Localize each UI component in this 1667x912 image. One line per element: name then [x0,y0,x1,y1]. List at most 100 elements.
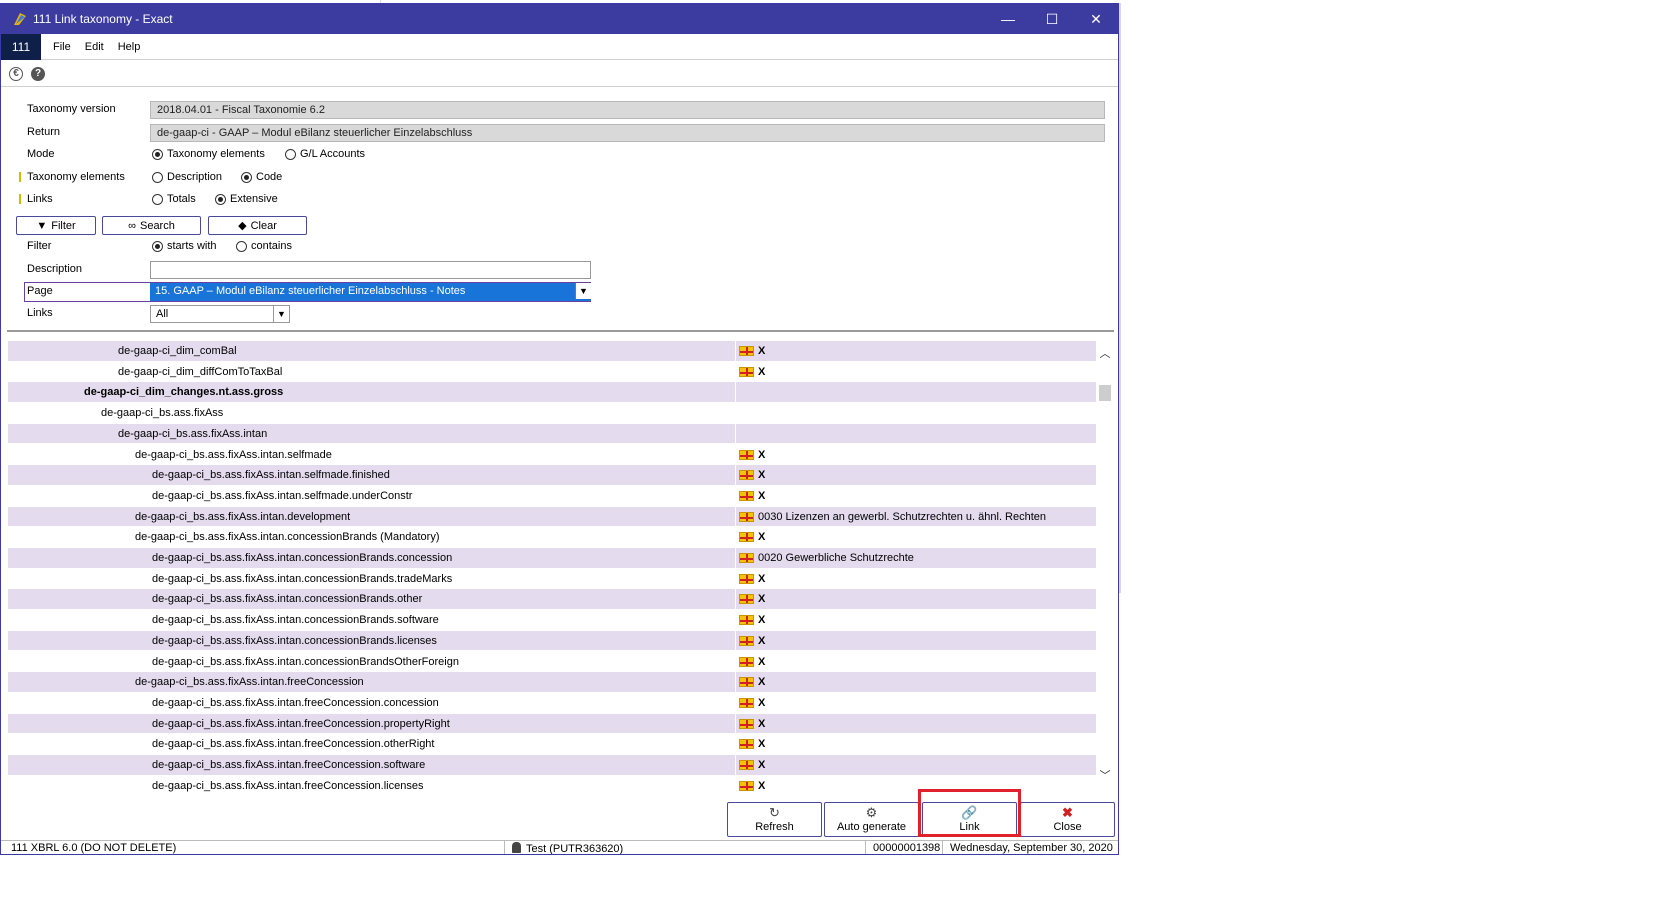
description-input[interactable] [150,261,591,279]
flag-icon [739,656,754,667]
auto-generate-button[interactable]: ⚙ Auto generate [824,802,919,837]
column-divider [735,548,736,568]
element-code-cell: de-gaap-ci_bs.ass.fixAss.intan.developme… [135,510,351,523]
taxonomy-version-row: Taxonomy version 2018.04.01 - Fiscal Tax… [7,100,1114,120]
search-button[interactable]: ∞ Search [102,216,201,235]
table-row[interactable]: de-gaap-ci_bs.ass.fixAss.intan.freeConce… [8,734,1096,755]
mode-gl-accounts-radio[interactable]: G/L Accounts [285,148,365,160]
scroll-up-icon[interactable]: ︿ [1097,345,1113,361]
link-cell: X [739,593,765,605]
column-divider [735,485,736,506]
chevron-down-icon[interactable]: ▼ [575,283,591,299]
help-icon[interactable]: ? [31,66,45,81]
column-divider [735,589,736,610]
eraser-icon: ◆ [238,220,247,232]
flag-icon [739,697,754,708]
table-row[interactable]: de-gaap-ci_bs.ass.fixAss.intan.selfmade.… [8,465,1096,486]
link-value: 0030 Lizenzen an gewerbl. Schutzrechten … [758,510,1047,523]
table-row[interactable]: de-gaap-ci_bs.ass.fixAss.intan.concessio… [8,548,1096,569]
filter-button[interactable]: ▼ Filter [16,216,96,235]
scroll-down-icon[interactable]: ﹀ [1097,767,1113,783]
table-row[interactable]: de-gaap-ci_dim_diffComToTaxBal X [8,361,1096,383]
mode-row: Mode Taxonomy elements G/L Accounts [7,145,1114,165]
element-code-cell: de-gaap-ci_bs.ass.fixAss.intan.concessio… [135,531,440,544]
required-marker [19,194,21,204]
element-code-cell: de-gaap-ci_bs.ass.fixAss.intan.selfmade.… [152,469,390,482]
code-radio[interactable]: Code [241,171,282,183]
menu-file[interactable]: File [51,41,73,53]
element-code-cell: de-gaap-ci_dim_comBal [118,345,237,357]
funnel-icon: ▼ [36,219,48,232]
links-row: Links Totals Extensive [7,190,1114,210]
contains-radio[interactable]: contains [236,240,292,252]
link-value: X [758,779,766,792]
element-code-cell: de-gaap-ci_bs.ass.fixAss.intan.concessio… [152,552,453,564]
link-value: X [758,717,766,730]
table-row[interactable]: de-gaap-ci_bs.ass.fixAss.intan.concessio… [8,610,1096,631]
table-row[interactable]: de-gaap-ci_bs.ass.fixAss.intan [8,423,1096,445]
close-window-button[interactable]: ✕ [1074,4,1118,34]
extensive-radio[interactable]: Extensive [215,193,278,205]
flag-icon [739,594,754,605]
table-row[interactable]: de-gaap-ci_bs.ass.fixAss.intan.selfmade X [8,444,1096,466]
close-button[interactable]: ✖ Close [1020,802,1115,837]
description-radio[interactable]: Description [152,171,222,183]
menu-bar: 111 File Edit Help [1,33,1118,60]
starts-with-radio[interactable]: starts with [152,240,217,252]
link-cell: X [739,718,765,730]
column-divider [735,527,736,547]
table-row[interactable]: de-gaap-ci_bs.ass.fixAss.intan.concessio… [8,527,1096,548]
table-row[interactable]: de-gaap-ci_bs.ass.fixAss.intan.developme… [8,506,1096,528]
table-row[interactable]: de-gaap-ci_bs.ass.fixAss.intan.concessio… [8,651,1096,673]
element-code-cell: de-gaap-ci_bs.ass.fixAss.intan.selfmade.… [152,489,413,502]
totals-radio[interactable]: Totals [152,193,196,205]
table-row[interactable]: de-gaap-ci_bs.ass.fixAss.intan.concessio… [8,568,1096,590]
link-value: X [758,489,766,502]
table-row[interactable]: de-gaap-ci_bs.ass.fixAss.intan.freeConce… [8,672,1096,693]
column-divider [735,713,736,734]
euro-icon[interactable]: € [9,66,23,81]
minimize-button[interactable]: — [986,4,1030,34]
links-filter-label: Links [27,307,53,319]
grid-scrollbar[interactable]: ︿ ﹀ [1097,335,1113,797]
user-icon [512,842,521,853]
column-divider [735,568,736,589]
link-value: X [758,469,766,482]
mode-taxonomy-elements-radio[interactable]: Taxonomy elements [152,148,265,160]
title-bar[interactable]: 111 Link taxonomy - Exact — ☐ ✕ [1,4,1118,34]
column-divider [735,506,736,527]
return-field: de-gaap-ci - GAAP – Modul eBilanz steuer… [150,124,1105,142]
table-row[interactable]: de-gaap-ci_bs.ass.fixAss [8,403,1096,424]
link-value: X [758,759,766,771]
link-cell: X [739,366,765,378]
refresh-button[interactable]: ↻ Refresh [727,802,822,837]
chevron-down-icon[interactable]: ▼ [273,306,289,322]
scrollbar-thumb[interactable] [1099,385,1111,401]
criteria-form: Taxonomy version 2018.04.01 - Fiscal Tax… [7,88,1114,332]
link-value: X [758,676,766,689]
status-bar: 111 XBRL 6.0 (DO NOT DELETE) Test (PUTR3… [1,840,1118,854]
element-code-cell: de-gaap-ci_bs.ass.fixAss.intan.freeConce… [152,696,439,709]
page-select[interactable]: 15. GAAP – Modul eBilanz steuerlicher Ei… [150,283,591,301]
company-badge[interactable]: 111 [1,33,41,60]
clear-button[interactable]: ◆ Clear [208,216,307,235]
return-row: Return de-gaap-ci - GAAP – Modul eBilanz… [7,123,1114,143]
table-row[interactable]: de-gaap-ci_dim_changes.nt.ass.gross [8,382,1096,404]
table-row[interactable]: de-gaap-ci_bs.ass.fixAss.intan.freeConce… [8,713,1096,735]
links-select[interactable]: All ▼ [150,305,290,323]
menu-edit[interactable]: Edit [83,41,106,53]
flag-icon [739,573,754,584]
table-row[interactable]: de-gaap-ci_bs.ass.fixAss.intan.concessio… [8,630,1096,652]
refresh-icon: ↻ [769,805,780,820]
maximize-button[interactable]: ☐ [1030,4,1074,34]
column-divider [735,382,736,403]
filter-row: Filter starts with contains [7,237,1114,257]
link-value: 0020 Gewerbliche Schutzrechte [758,552,914,564]
table-row[interactable]: de-gaap-ci_bs.ass.fixAss.intan.freeConce… [8,755,1096,776]
link-value: X [758,531,766,544]
menu-help[interactable]: Help [116,41,143,53]
table-row[interactable]: de-gaap-ci_bs.ass.fixAss.intan.concessio… [8,589,1096,611]
table-row[interactable]: de-gaap-ci_bs.ass.fixAss.intan.selfmade.… [8,485,1096,507]
table-row[interactable]: de-gaap-ci_dim_comBal X [8,341,1096,362]
table-row[interactable]: de-gaap-ci_bs.ass.fixAss.intan.freeConce… [8,692,1096,714]
